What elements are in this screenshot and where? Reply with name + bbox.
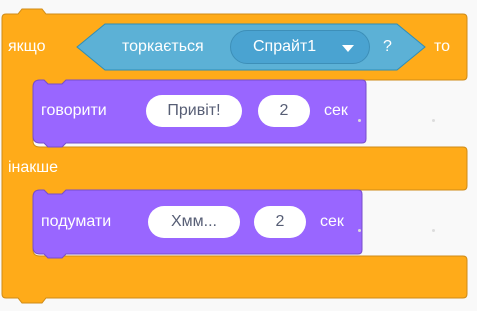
else-label: інакше (8, 159, 59, 176)
grid-dot (432, 229, 435, 232)
think-seconds-unit: сек (320, 213, 344, 230)
sprite-dropdown[interactable]: Спрайт1 (230, 30, 370, 64)
grid-dot (358, 119, 361, 122)
touching-label: торкається (122, 38, 204, 55)
then-label: то (434, 38, 451, 55)
caret-down-icon (342, 45, 354, 52)
question-mark-label: ? (383, 38, 392, 55)
grid-dot (358, 229, 361, 232)
say-seconds-unit: сек (324, 102, 348, 119)
say-message-input[interactable]: Привіт! (146, 95, 242, 127)
grid-dot (432, 119, 435, 122)
think-message-input[interactable]: Хмм... (148, 206, 240, 238)
say-label: говорити (41, 102, 107, 119)
if-label: якщо (8, 38, 46, 55)
think-label: подумати (41, 213, 112, 230)
think-seconds-input[interactable]: 2 (254, 206, 306, 238)
say-seconds-input[interactable]: 2 (258, 95, 310, 127)
sprite-dropdown-value: Спрайт1 (253, 38, 317, 55)
